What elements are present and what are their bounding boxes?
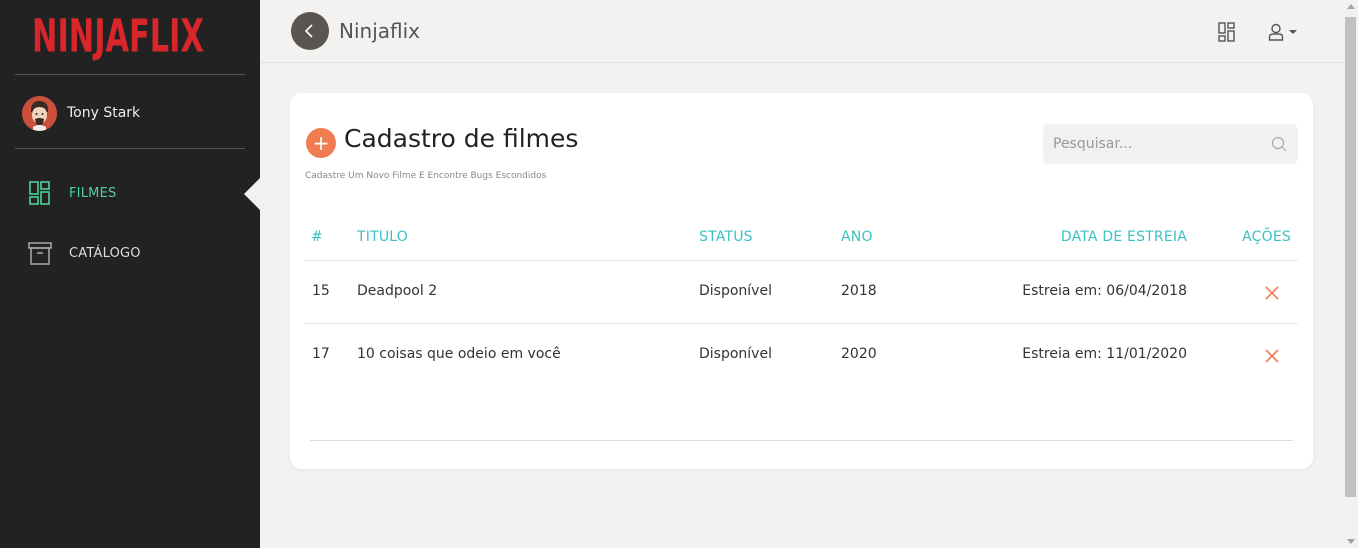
column-header-actions: AÇÕES [1242, 229, 1291, 245]
archive-box-icon [28, 242, 52, 265]
column-header-status[interactable]: STATUS [699, 229, 753, 245]
add-movie-button[interactable]: + [306, 128, 336, 158]
dashboard-grid-icon[interactable] [1218, 22, 1236, 42]
sidebar-item-label: CATÁLOGO [69, 245, 141, 261]
header-title: Ninjaflix [339, 19, 420, 43]
cell-id: 17 [312, 346, 330, 362]
cell-year: 2020 [841, 346, 877, 362]
cell-status: Disponível [699, 346, 772, 362]
scroll-down-arrow-icon[interactable] [1347, 539, 1355, 544]
scroll-up-arrow-icon[interactable] [1347, 4, 1355, 9]
avatar [22, 95, 57, 131]
cell-year: 2018 [841, 283, 877, 299]
delete-icon[interactable] [1264, 348, 1280, 364]
cell-title: 10 coisas que odeio em você [357, 346, 561, 362]
user-menu-button[interactable] [1268, 21, 1300, 43]
table-divider [305, 260, 1298, 261]
column-header-year[interactable]: ANO [841, 229, 873, 245]
cell-title: Deadpool 2 [357, 283, 438, 299]
scroll-thumb[interactable] [1345, 17, 1356, 497]
search-box [1043, 124, 1298, 164]
movies-card: + Cadastro de filmes Cadastre Um Novo Fi… [290, 93, 1313, 469]
page-subtitle: Cadastre Um Novo Filme E Encontre Bugs E… [305, 171, 547, 181]
sidebar-divider [15, 74, 245, 75]
dashboard-grid-icon [29, 181, 50, 205]
cell-premiere: Estreia em: 11/01/2020 [1022, 346, 1187, 362]
column-header-premiere[interactable]: DATA DE ESTREIA [1061, 229, 1187, 245]
search-input[interactable] [1053, 124, 1253, 164]
column-header-id[interactable]: # [311, 229, 323, 245]
sidebar: NINJAFLIX Tony Stark FILMES CATÁLOGO [0, 0, 260, 548]
user-profile[interactable]: Tony Stark [22, 95, 140, 131]
cell-premiere: Estreia em: 06/04/2018 [1022, 283, 1187, 299]
user-name: Tony Stark [67, 105, 141, 121]
sidebar-item-label: FILMES [69, 185, 117, 201]
table-footer-divider [310, 440, 1293, 441]
back-button[interactable] [291, 12, 329, 50]
logo-text: NINJAFLIX [32, 9, 204, 63]
page-scrollbar[interactable] [1343, 0, 1358, 548]
active-indicator [244, 178, 260, 210]
top-header: Ninjaflix [260, 0, 1344, 63]
ninjaflix-logo[interactable]: NINJAFLIX [32, 12, 226, 62]
caret-down-icon [1289, 30, 1297, 34]
column-header-title[interactable]: TITULO [357, 229, 408, 245]
delete-icon[interactable] [1264, 285, 1280, 301]
cell-id: 15 [312, 283, 330, 299]
search-icon[interactable] [1271, 136, 1287, 152]
sidebar-divider [15, 148, 245, 149]
sidebar-item-catalogo[interactable]: CATÁLOGO [28, 240, 141, 266]
sidebar-item-filmes[interactable]: FILMES [28, 180, 116, 206]
user-icon [1268, 23, 1284, 41]
page-title: Cadastro de filmes [344, 124, 579, 153]
cell-status: Disponível [699, 283, 772, 299]
back-arrow-icon [304, 24, 313, 38]
table-divider [305, 323, 1298, 324]
